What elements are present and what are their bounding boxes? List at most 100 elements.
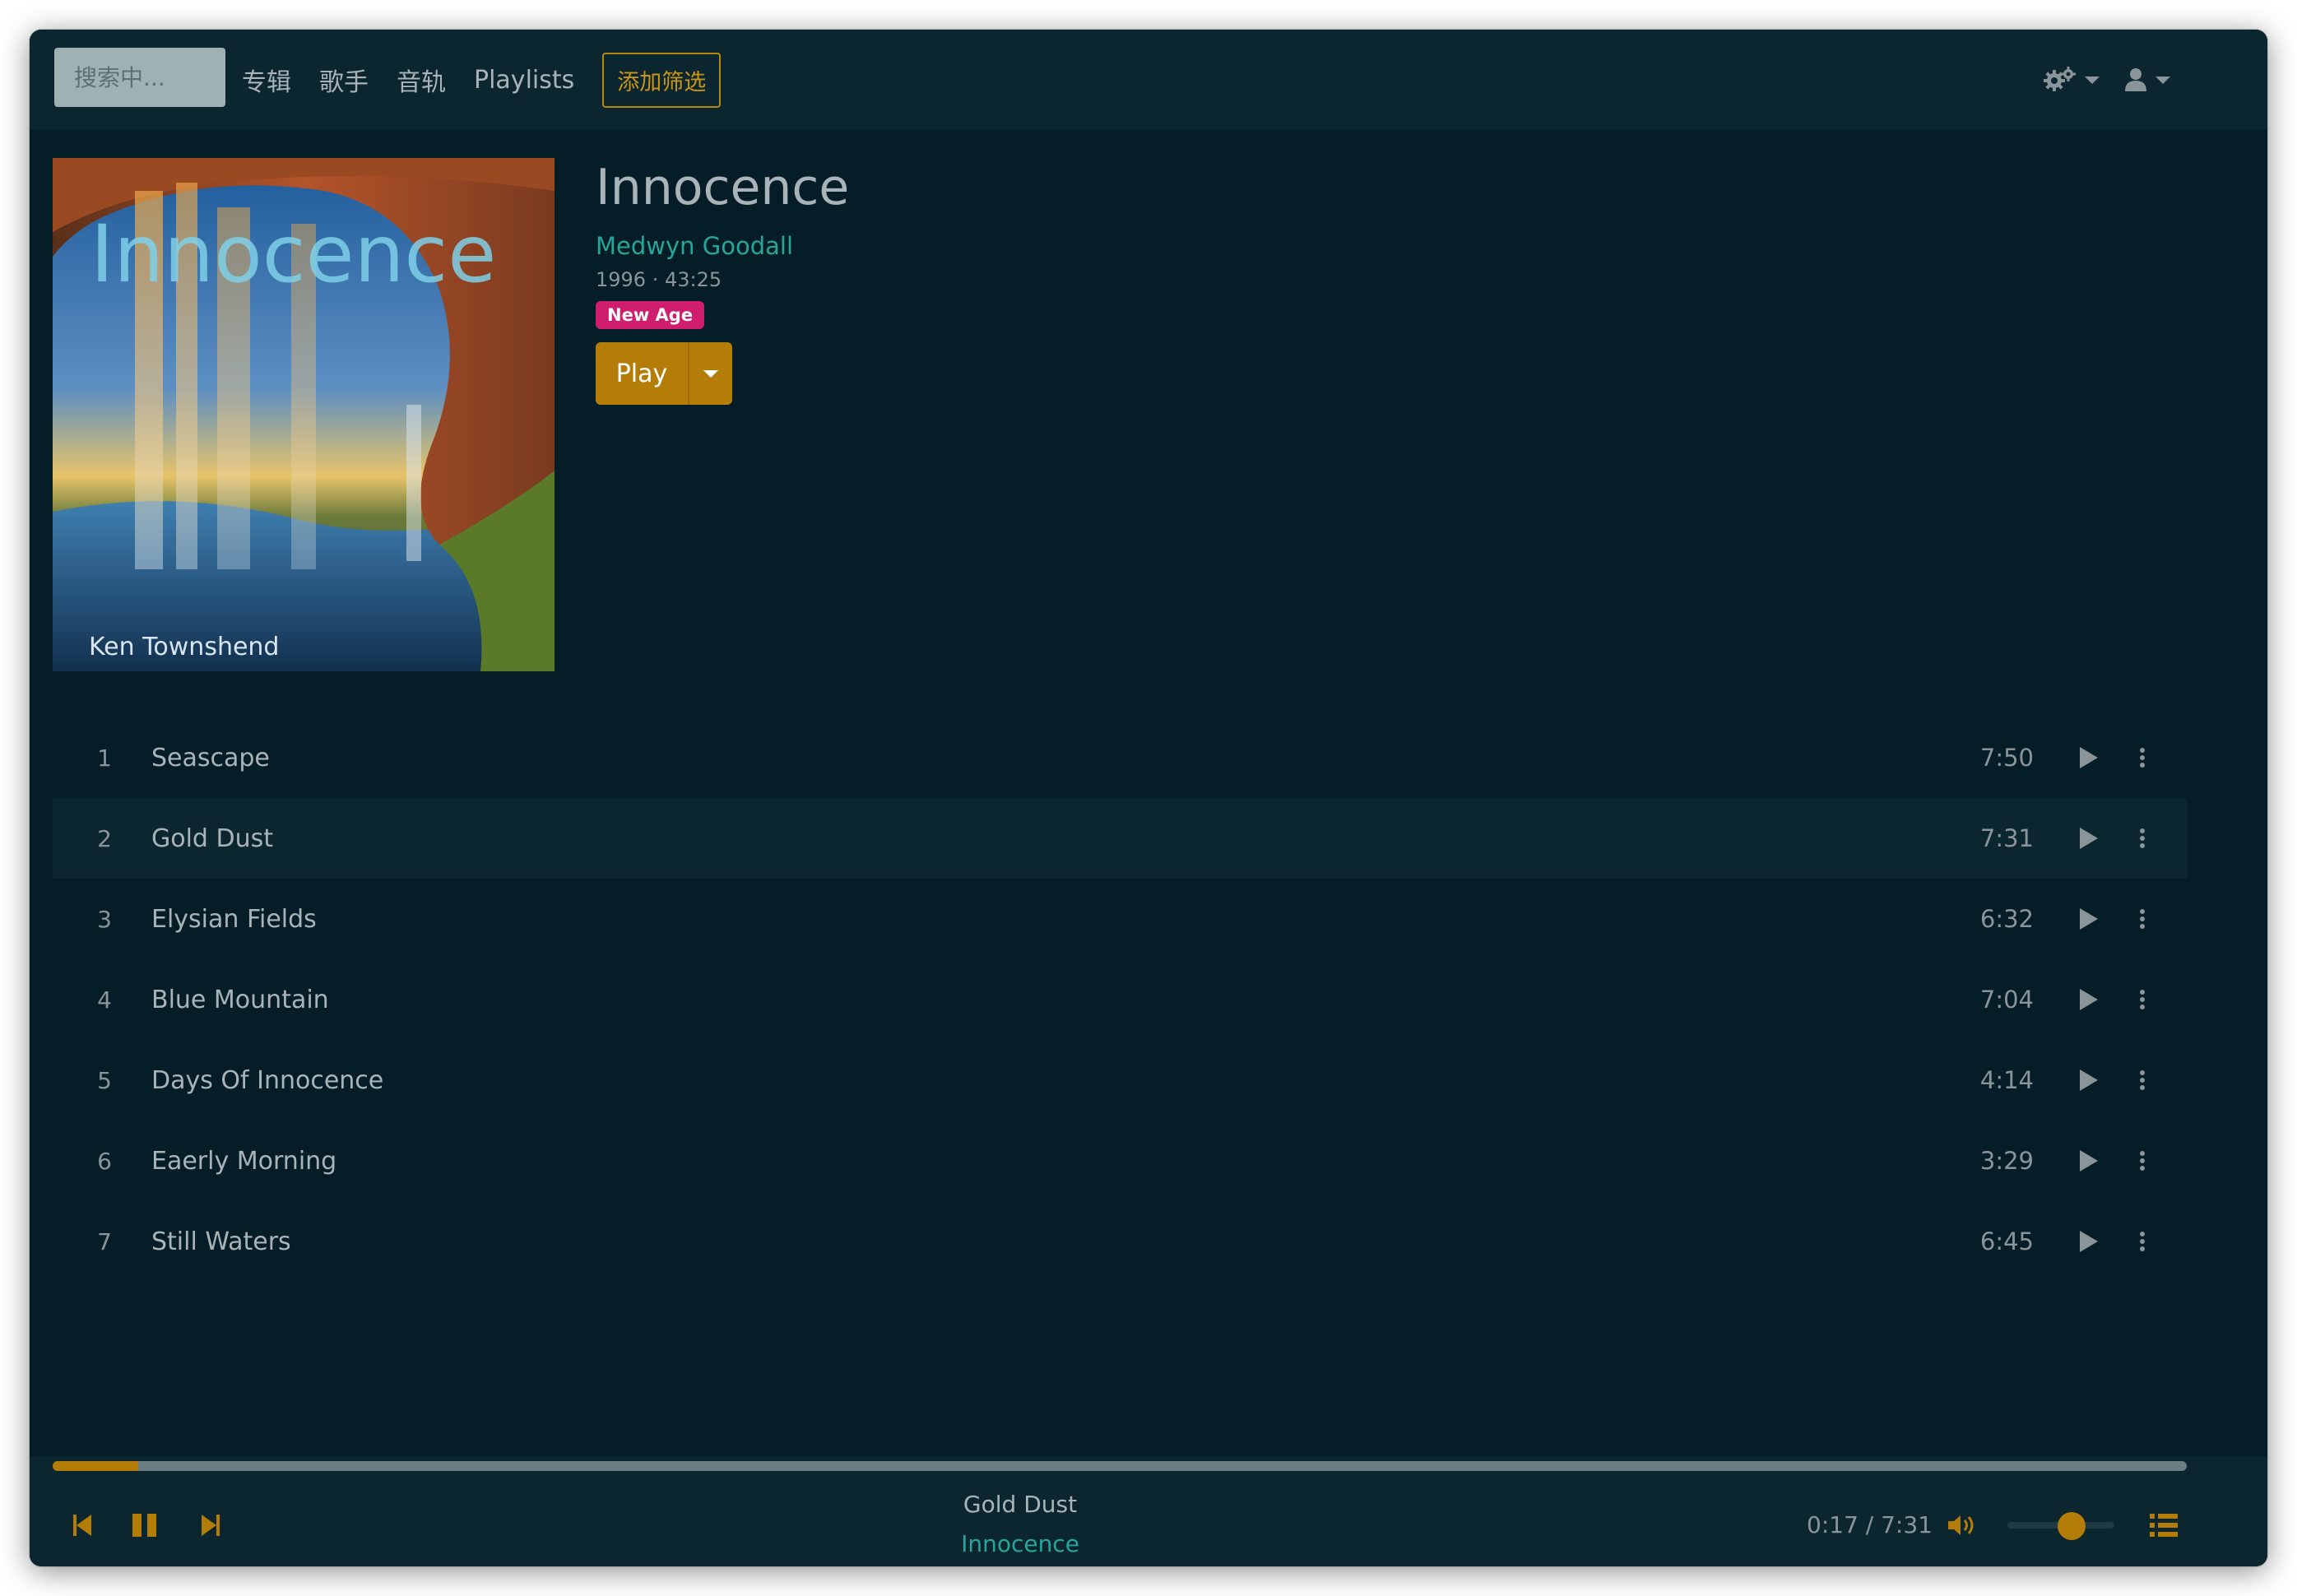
volume-icon (1948, 1515, 1974, 1535)
track-menu-button[interactable] (2134, 1068, 2151, 1093)
chevron-down-icon (2155, 76, 2170, 84)
play-button-group: Play (596, 342, 849, 405)
gears-icon (2044, 67, 2076, 91)
genre-badge[interactable]: New Age (596, 301, 705, 329)
play-track-button[interactable] (2077, 1148, 2101, 1173)
search-input[interactable] (54, 48, 225, 107)
more-vertical-icon (2140, 1232, 2145, 1251)
track-menu-button[interactable] (2134, 1229, 2151, 1254)
track-title: Eaerly Morning (151, 1146, 337, 1176)
play-track-button[interactable] (2077, 1068, 2101, 1093)
track-number: 3 (97, 905, 112, 933)
cover-title-text: Innocence (90, 208, 496, 300)
user-dropdown[interactable] (2124, 67, 2170, 92)
track-row[interactable]: 6 Eaerly Morning 3:29 (53, 1120, 2187, 1201)
track-number: 1 (97, 744, 112, 772)
album-artist-link[interactable]: Medwyn Goodall (596, 232, 849, 260)
play-track-button[interactable] (2077, 907, 2101, 931)
more-vertical-icon (2140, 748, 2145, 768)
track-menu-button[interactable] (2134, 987, 2151, 1012)
track-list: 1 Seascape 7:50 2 Gold Dust 7:31 3 Elysi… (53, 717, 2187, 1282)
track-duration: 7:31 (1979, 824, 2034, 852)
track-number: 4 (97, 986, 112, 1014)
pause-icon (132, 1514, 156, 1537)
track-row[interactable]: 3 Elysian Fields 6:32 (53, 879, 2187, 959)
album-meta: 1996 · 43:25 (596, 268, 722, 291)
play-button[interactable]: Play (596, 342, 688, 405)
settings-dropdown[interactable] (2044, 66, 2100, 94)
track-number: 7 (97, 1227, 112, 1255)
now-playing-title: Gold Dust (963, 1491, 1078, 1518)
album-info: Innocence Medwyn Goodall 1996 · 43:25 Ne… (596, 158, 849, 405)
cover-credit-text: Ken Townshend (89, 633, 279, 661)
nav-links: 专辑 歌手 音轨 Playlists 添加筛选 (242, 30, 722, 130)
track-duration: 6:45 (1979, 1227, 2034, 1255)
play-icon (2080, 1231, 2098, 1252)
track-menu-button[interactable] (2134, 907, 2151, 931)
skip-back-icon (73, 1515, 91, 1536)
play-icon (2080, 1069, 2098, 1091)
track-duration: 6:32 (1979, 905, 2034, 933)
play-icon (2080, 989, 2098, 1010)
more-vertical-icon (2140, 828, 2145, 848)
play-track-button[interactable] (2077, 1229, 2101, 1254)
nav-link-tracks[interactable]: 音轨 (397, 62, 446, 98)
more-vertical-icon (2140, 1070, 2145, 1090)
album-title: Innocence (596, 159, 850, 216)
track-title: Seascape (151, 743, 270, 772)
previous-track-button[interactable] (71, 1510, 94, 1540)
more-vertical-icon (2140, 1151, 2145, 1171)
play-icon (2080, 1150, 2098, 1171)
album-cover-art: Innocence Ken Townshend (53, 158, 555, 671)
more-vertical-icon (2140, 909, 2145, 929)
now-playing-album-link[interactable]: Innocence (856, 1530, 1185, 1557)
mute-button[interactable] (1947, 1510, 1979, 1540)
play-options-dropdown[interactable] (688, 342, 732, 405)
volume-slider-handle[interactable] (2058, 1512, 2086, 1540)
play-icon (2080, 908, 2098, 930)
queue-list-icon (2150, 1514, 2178, 1537)
navbar: 专辑 歌手 音轨 Playlists 添加筛选 (30, 30, 2267, 130)
playback-time: 0:17 / 7:31 (1807, 1511, 1933, 1538)
seek-bar[interactable] (53, 1461, 2187, 1471)
track-row[interactable]: 1 Seascape 7:50 (53, 717, 2187, 798)
add-filter-button[interactable]: 添加筛选 (602, 52, 722, 108)
seek-bar-fill (53, 1461, 138, 1471)
track-title: Gold Dust (151, 824, 274, 853)
nav-right (2019, 30, 2170, 130)
album-cover[interactable]: Innocence Ken Townshend (53, 158, 555, 671)
app-window: 专辑 歌手 音轨 Playlists 添加筛选 (30, 30, 2267, 1566)
user-icon (2125, 68, 2146, 91)
play-icon (2080, 747, 2098, 768)
chevron-down-icon (2085, 76, 2100, 84)
play-track-button[interactable] (2077, 826, 2101, 851)
track-title: Blue Mountain (151, 985, 329, 1014)
track-menu-button[interactable] (2134, 826, 2151, 851)
track-row[interactable]: 7 Still Waters 6:45 (53, 1201, 2187, 1282)
nav-link-artists[interactable]: 歌手 (319, 62, 369, 98)
track-duration: 3:29 (1979, 1147, 2034, 1175)
track-title: Days Of Innocence (151, 1065, 384, 1095)
track-number: 5 (97, 1066, 112, 1094)
track-number: 6 (97, 1147, 112, 1175)
chevron-down-icon (703, 369, 718, 378)
nav-link-playlists[interactable]: Playlists (474, 66, 574, 95)
track-row[interactable]: 4 Blue Mountain 7:04 (53, 959, 2187, 1040)
track-row[interactable]: 2 Gold Dust 7:31 (53, 798, 2187, 879)
play-icon (2080, 828, 2098, 849)
more-vertical-icon (2140, 990, 2145, 1009)
pause-button[interactable] (130, 1510, 160, 1540)
track-menu-button[interactable] (2134, 745, 2151, 770)
track-title: Still Waters (151, 1227, 291, 1256)
nav-link-albums[interactable]: 专辑 (242, 62, 291, 98)
track-title: Elysian Fields (151, 904, 317, 934)
track-number: 2 (97, 824, 112, 852)
play-track-button[interactable] (2077, 745, 2101, 770)
track-menu-button[interactable] (2134, 1148, 2151, 1173)
track-row[interactable]: 5 Days Of Innocence 4:14 (53, 1040, 2187, 1120)
track-duration: 7:50 (1979, 744, 2034, 772)
next-track-button[interactable] (199, 1510, 222, 1540)
track-duration: 4:14 (1979, 1066, 2034, 1094)
play-track-button[interactable] (2077, 987, 2101, 1012)
play-queue-button[interactable] (2147, 1510, 2180, 1540)
